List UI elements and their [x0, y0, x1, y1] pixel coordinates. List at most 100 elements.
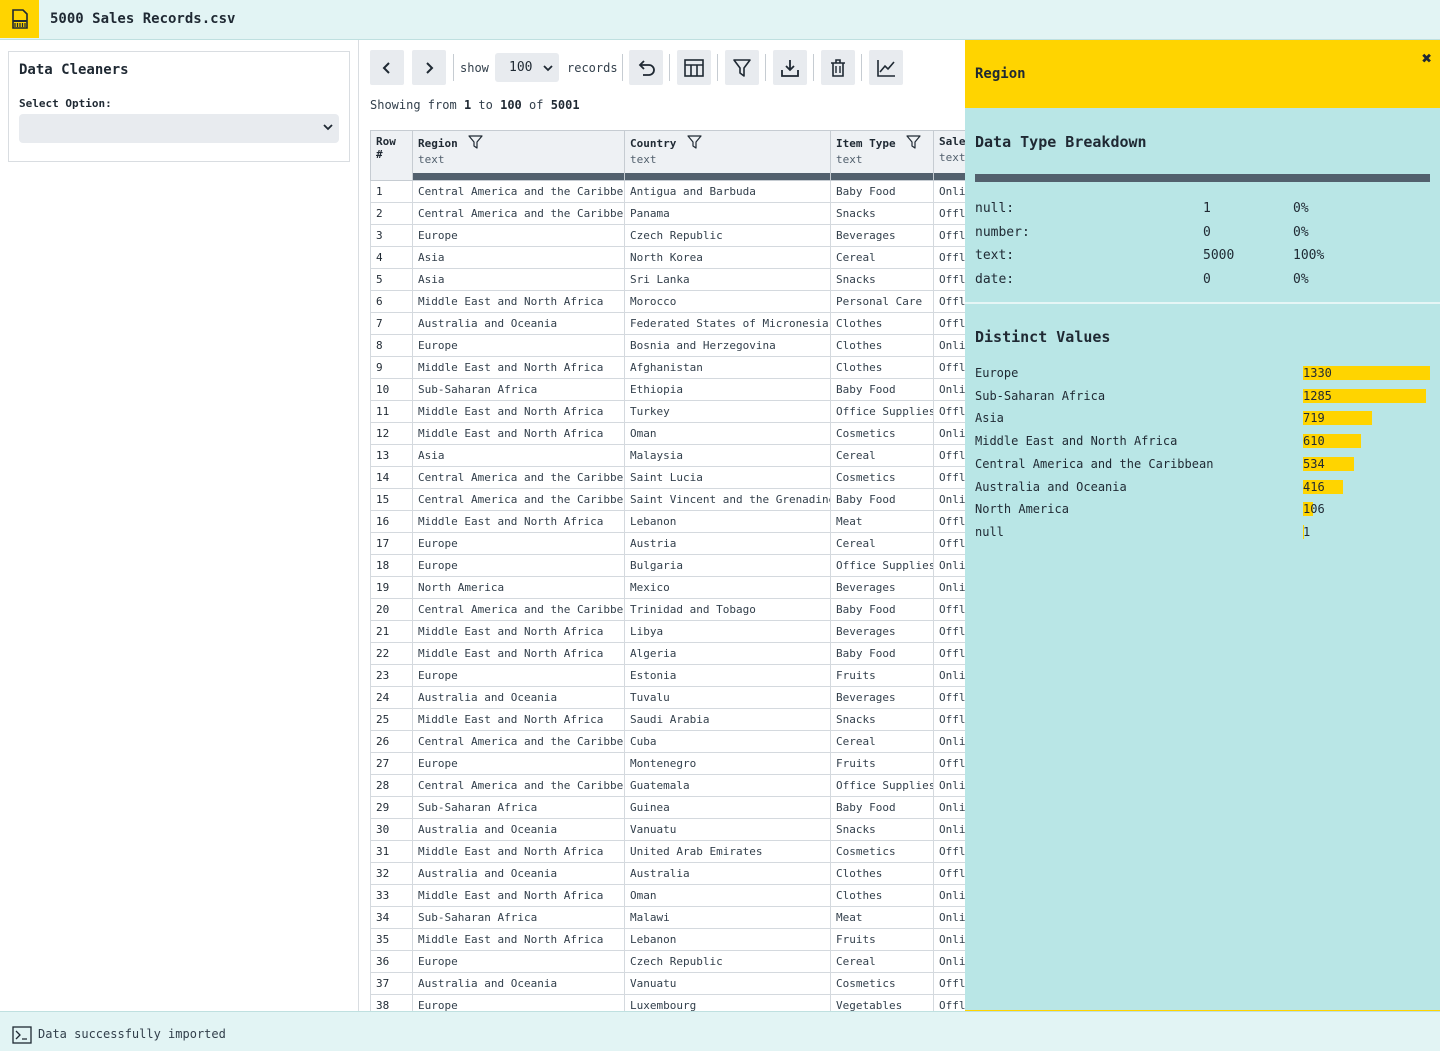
table-cell[interactable]: Oman — [624, 884, 831, 907]
table-cell[interactable]: Online — [933, 664, 965, 687]
table-row[interactable]: 19North AmericaMexicoBeveragesOnline — [370, 576, 965, 599]
table-cell[interactable]: Offline — [933, 356, 965, 379]
table-cell[interactable]: Meat — [830, 510, 934, 533]
table-cell[interactable]: Offline — [933, 510, 965, 533]
table-row[interactable]: 16 Middle East and North Africa Lebanon Mea… — [370, 510, 965, 533]
table-cell[interactable]: Offline — [933, 290, 965, 313]
table-cell[interactable]: Online — [933, 950, 965, 973]
select-option-dropdown[interactable] — [19, 114, 339, 143]
table-row[interactable]: 26 Central America and the Caribbean Cuba C… — [370, 730, 965, 753]
table-cell[interactable]: Vanuatu — [624, 818, 831, 841]
table-row[interactable]: 27EuropeMontenegroFruitsOffline — [370, 752, 965, 775]
table-cell[interactable]: Online — [933, 818, 965, 841]
table-row[interactable]: 22 Middle East and North Africa Algeria Bab… — [370, 642, 965, 665]
table-cell[interactable]: Offline — [933, 532, 965, 555]
table-cell[interactable]: Middle East and North Africa — [412, 840, 625, 863]
table-cell[interactable]: Algeria — [624, 642, 831, 665]
table-cell[interactable]: Central America and the Caribbean — [412, 598, 625, 621]
table-cell[interactable]: Czech Republic — [624, 224, 831, 247]
table-row[interactable]: 12 Middle East and North Africa Oman Cosmet… — [370, 422, 965, 445]
table-cell[interactable]: Beverages — [830, 576, 934, 599]
table-cell[interactable]: Online — [933, 774, 965, 797]
table-cell[interactable]: Fruits — [830, 664, 934, 687]
table-cell[interactable]: Central America and the Caribbean — [412, 180, 625, 203]
table-row[interactable]: 29Sub-Saharan AfricaGuineaBaby FoodOnlin… — [370, 796, 965, 819]
column-header-region[interactable]: Region text — [412, 130, 625, 181]
table-cell[interactable]: Central America and the Caribbean — [412, 466, 625, 489]
table-cell[interactable]: Office Supplies — [830, 554, 934, 577]
table-row[interactable]: 7 Australia and Oceania Federated States o… — [370, 312, 965, 335]
table-row[interactable]: 13AsiaMalaysiaCerealOffline — [370, 444, 965, 467]
table-row[interactable]: 32 Australia and Oceania Australia Clothes O… — [370, 862, 965, 885]
table-cell[interactable]: Guinea — [624, 796, 831, 819]
table-cell[interactable]: Panama — [624, 202, 831, 225]
table-cell[interactable]: Sub-Saharan Africa — [412, 378, 625, 401]
table-cell[interactable]: Europe — [412, 664, 625, 687]
table-cell[interactable]: North Korea — [624, 246, 831, 269]
table-row[interactable]: 36EuropeCzech RepublicCerealOnline — [370, 950, 965, 973]
table-cell[interactable]: Asia — [412, 246, 625, 269]
table-cell[interactable]: Middle East and North Africa — [412, 928, 625, 951]
table-cell[interactable]: Mexico — [624, 576, 831, 599]
table-cell[interactable]: Europe — [412, 994, 625, 1011]
column-type-bar[interactable] — [934, 173, 965, 180]
table-cell[interactable]: Australia and Oceania — [412, 818, 625, 841]
table-cell[interactable]: Offline — [933, 708, 965, 731]
table-row[interactable]: 17EuropeAustriaCerealOffline — [370, 532, 965, 555]
table-cell[interactable]: Central America and the Caribbean — [412, 730, 625, 753]
table-cell[interactable]: Turkey — [624, 400, 831, 423]
table-cell[interactable]: Luxembourg — [624, 994, 831, 1011]
table-cell[interactable]: Asia — [412, 268, 625, 291]
table-cell[interactable]: United Arab Emirates — [624, 840, 831, 863]
table-cell[interactable]: Cosmetics — [830, 840, 934, 863]
column-type-bar[interactable] — [413, 173, 624, 180]
table-cell[interactable]: Antigua and Barbuda — [624, 180, 831, 203]
table-row[interactable]: 9 Middle East and North Africa Afghanistan… — [370, 356, 965, 379]
table-cell[interactable]: Lebanon — [624, 928, 831, 951]
table-cell[interactable]: Vegetables — [830, 994, 934, 1011]
table-cell[interactable]: Baby Food — [830, 488, 934, 511]
table-row[interactable]: 3EuropeCzech RepublicBeveragesOffline — [370, 224, 965, 247]
table-cell[interactable]: Offline — [933, 224, 965, 247]
table-cell[interactable]: Online — [933, 334, 965, 357]
table-cell[interactable]: Offline — [933, 400, 965, 423]
table-row[interactable]: 25 Middle East and North Africa Saudi Arab… — [370, 708, 965, 731]
prev-page-button[interactable] — [370, 50, 404, 85]
table-cell[interactable]: Offline — [933, 686, 965, 709]
table-cell[interactable]: Australia — [624, 862, 831, 885]
table-cell[interactable]: Snacks — [830, 202, 934, 225]
table-cell[interactable]: Guatemala — [624, 774, 831, 797]
table-cell[interactable]: Offline — [933, 444, 965, 467]
table-cell[interactable]: Offline — [933, 972, 965, 995]
records-per-page-select[interactable]: 100 — [495, 53, 559, 82]
filter-icon[interactable] — [906, 135, 921, 149]
table-row[interactable]: 20 Central America and the Caribbean Trini… — [370, 598, 965, 621]
table-cell[interactable]: Meat — [830, 906, 934, 929]
table-cell[interactable]: Middle East and North Africa — [412, 290, 625, 313]
table-cell[interactable]: Beverages — [830, 620, 934, 643]
table-cell[interactable]: Snacks — [830, 268, 934, 291]
table-row[interactable]: 11 Middle East and North Africa Turkey Offi… — [370, 400, 965, 423]
table-cell[interactable]: Malaysia — [624, 444, 831, 467]
table-row[interactable]: 5AsiaSri LankaSnacksOffline — [370, 268, 965, 291]
table-row[interactable]: 33 Middle East and North Africa Oman Clothe… — [370, 884, 965, 907]
table-row[interactable]: 35 Middle East and North Africa Lebanon Fru… — [370, 928, 965, 951]
table-cell[interactable]: Cosmetics — [830, 422, 934, 445]
table-row[interactable]: 14 Central America and the Caribbean Saint… — [370, 466, 965, 489]
table-cell[interactable]: Cereal — [830, 730, 934, 753]
column-header-row-number[interactable]: Row # — [370, 130, 413, 181]
table-cell[interactable]: Offline — [933, 642, 965, 665]
table-cell[interactable]: Beverages — [830, 686, 934, 709]
table-cell[interactable]: Clothes — [830, 312, 934, 335]
table-cell[interactable]: Middle East and North Africa — [412, 884, 625, 907]
table-cell[interactable]: Malawi — [624, 906, 831, 929]
filter-button[interactable] — [725, 50, 759, 85]
table-cell[interactable]: Trinidad and Tobago — [624, 598, 831, 621]
table-cell[interactable]: Bulgaria — [624, 554, 831, 577]
table-cell[interactable]: Europe — [412, 950, 625, 973]
table-row[interactable]: 24 Australia and Oceania Tuvalu Beverages Of… — [370, 686, 965, 709]
table-cell[interactable]: Baby Food — [830, 598, 934, 621]
table-cell[interactable]: Australia and Oceania — [412, 686, 625, 709]
table-cell[interactable]: Office Supplies — [830, 400, 934, 423]
table-view-button[interactable] — [677, 50, 711, 85]
